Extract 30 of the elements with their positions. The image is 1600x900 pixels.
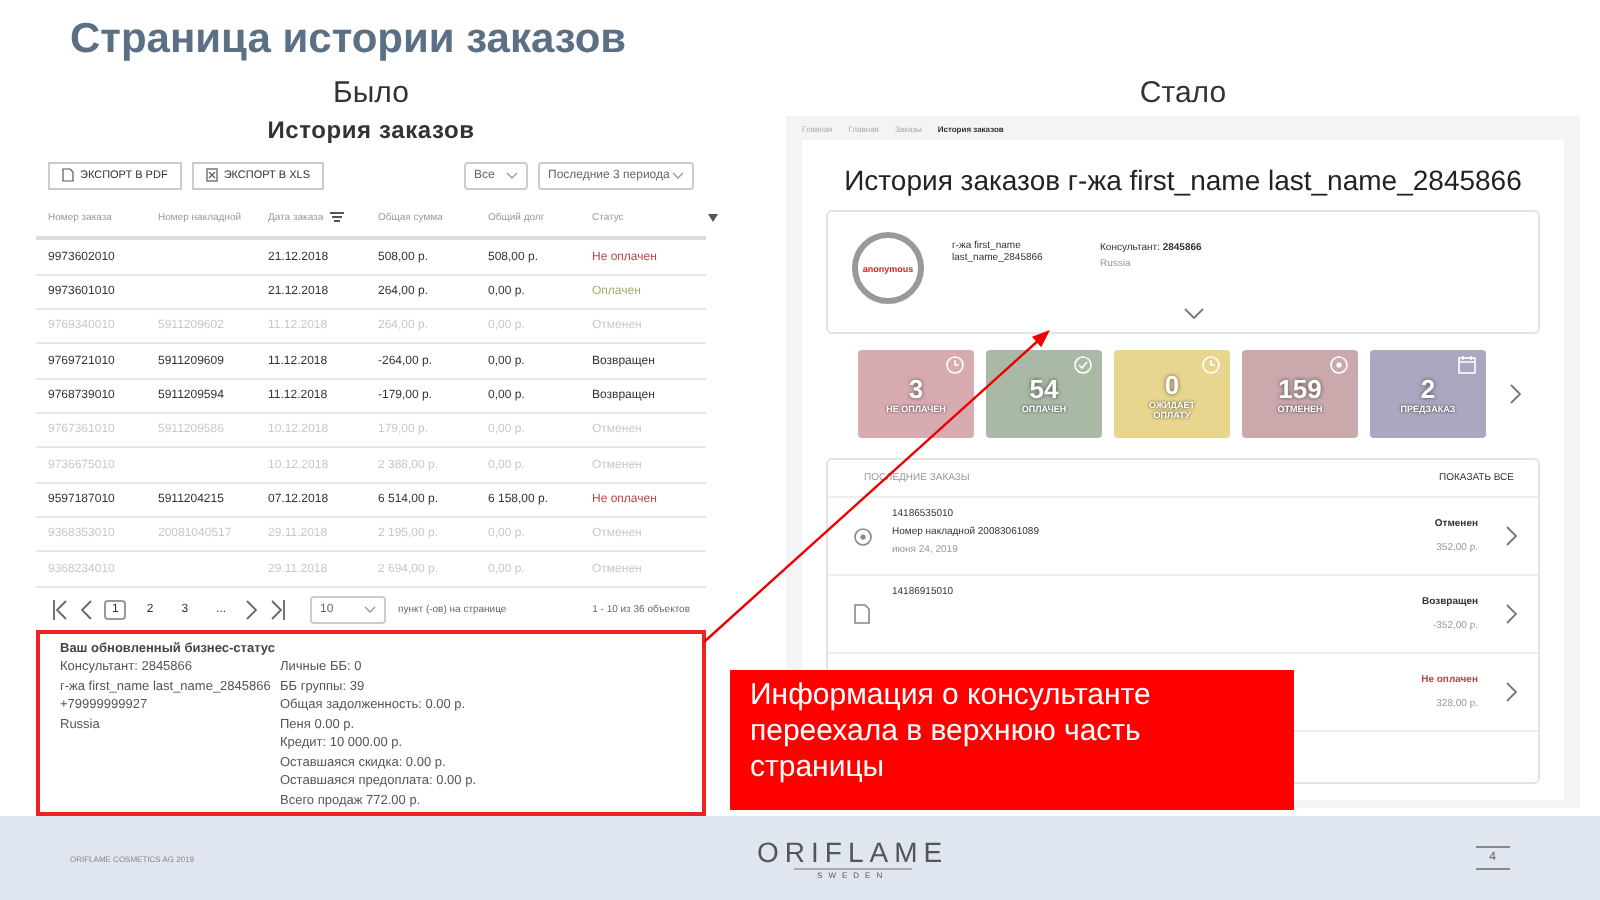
previous-page-icon[interactable] xyxy=(80,599,92,620)
document-icon xyxy=(854,604,870,624)
next-icon[interactable] xyxy=(1510,384,1522,404)
chevron-right-icon[interactable] xyxy=(1506,682,1518,702)
last-page-icon[interactable] xyxy=(270,599,287,620)
brand-logo: ORIFLAME xyxy=(757,836,949,868)
section-heading: Было xyxy=(331,76,411,114)
first-page-icon[interactable] xyxy=(52,599,68,620)
caret-icon xyxy=(672,171,684,180)
caret-icon xyxy=(506,171,518,180)
clock-icon xyxy=(1202,356,1220,374)
clock-icon xyxy=(946,356,964,374)
chevron-right-icon[interactable] xyxy=(1506,526,1518,546)
slide-title: Страница истории заказов xyxy=(68,14,629,66)
page-title: История заказов г-жа first_name last_name_2845866 xyxy=(842,164,1524,196)
chevron-right-icon[interactable] xyxy=(1506,604,1518,624)
spreadsheet-icon xyxy=(205,168,218,183)
sort-icon[interactable] xyxy=(329,211,344,224)
page-title: История заказов xyxy=(265,115,477,144)
callout-note: Информация о консультанте переехала в верхнюю часть страницы xyxy=(730,670,1294,810)
dot-circle-icon xyxy=(853,527,871,545)
dot-circle-icon xyxy=(1330,356,1348,374)
chevron-down-icon[interactable] xyxy=(1183,308,1203,320)
document-icon xyxy=(62,168,74,183)
check-circle-icon xyxy=(1074,356,1092,374)
next-page-icon[interactable] xyxy=(246,599,259,620)
calendar-icon xyxy=(1458,356,1476,374)
filter-icon[interactable] xyxy=(708,213,718,222)
caret-icon xyxy=(364,605,377,614)
section-heading: Стало xyxy=(1137,76,1229,114)
